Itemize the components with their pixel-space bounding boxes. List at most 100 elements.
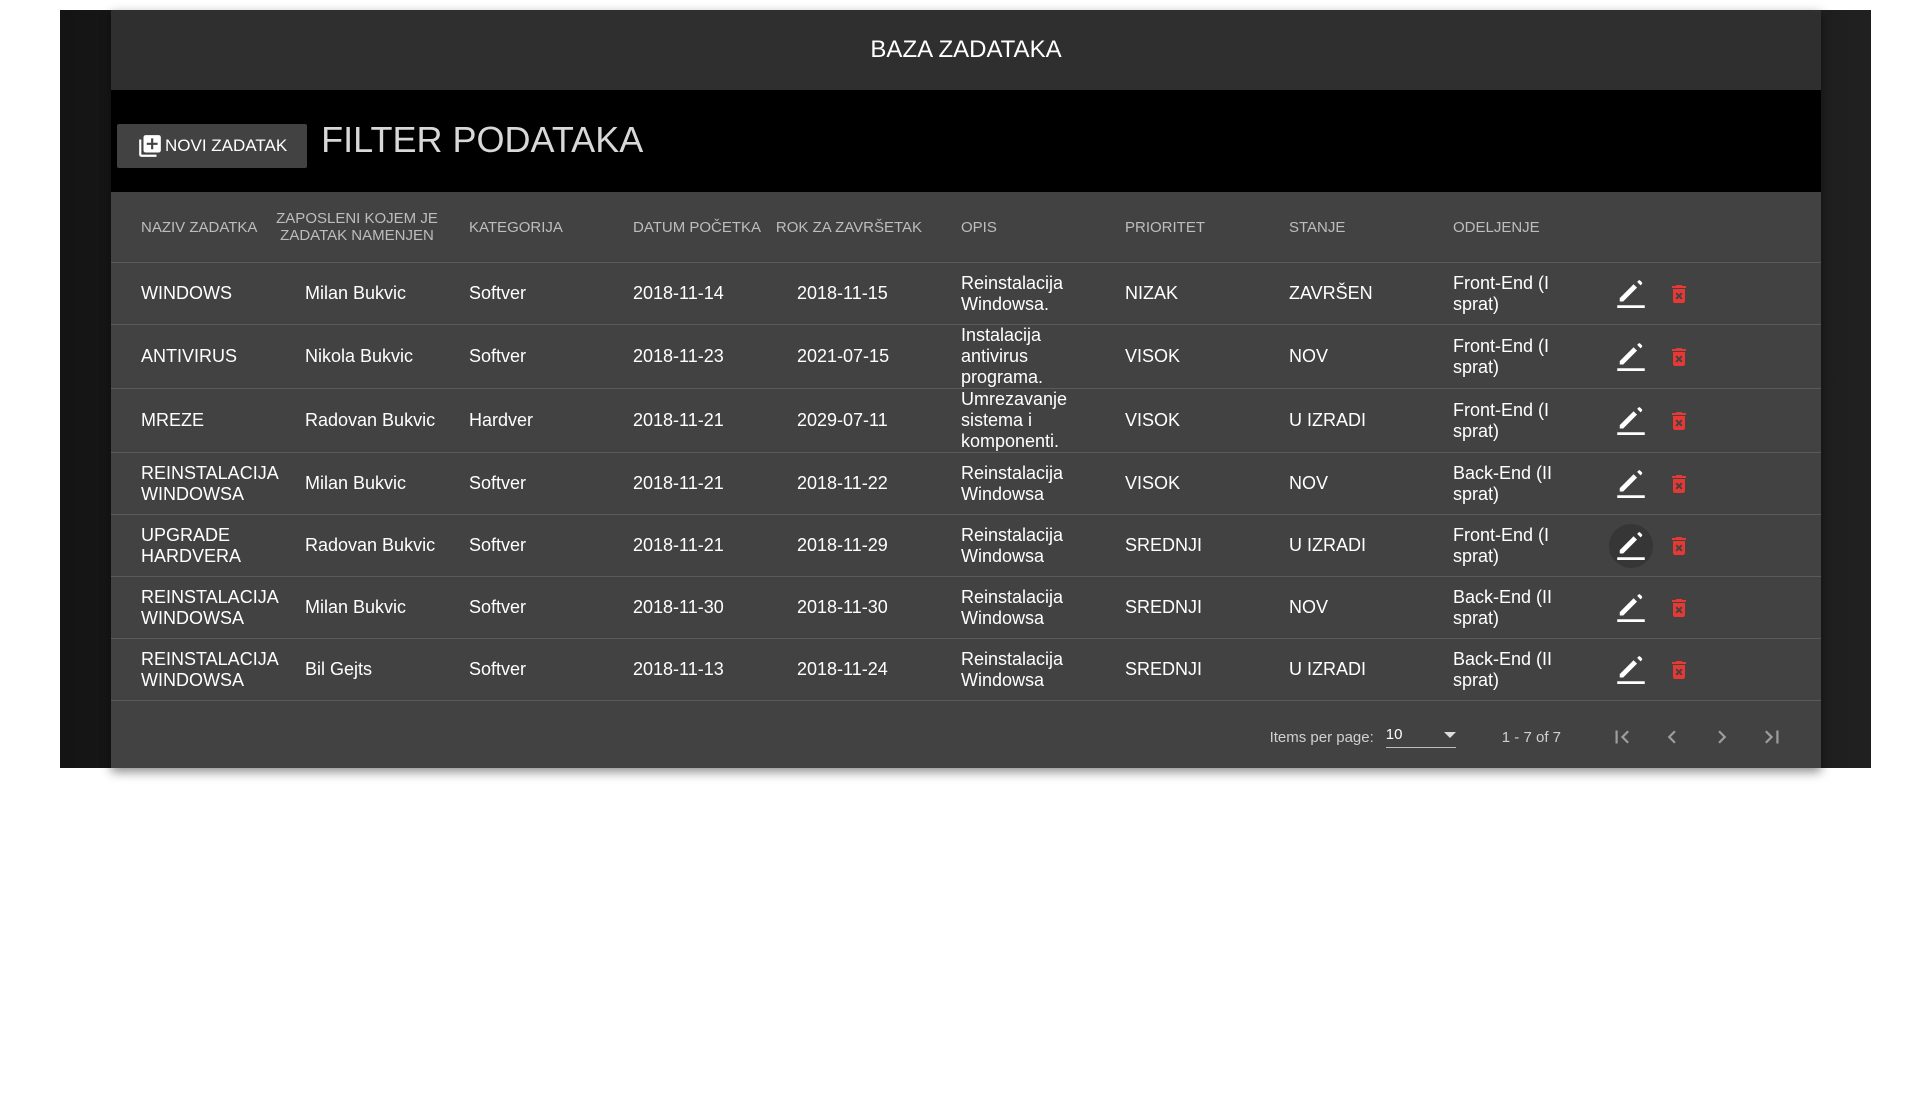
edit-button[interactable] — [1609, 272, 1653, 316]
row-actions — [1599, 638, 1821, 701]
delete-button[interactable] — [1659, 648, 1699, 692]
employee-cell: Nikola Bukvic — [275, 324, 439, 389]
tasks-table: NAZIV ZADATKA ZAPOSLENI KOJEM JE ZADATAK… — [111, 192, 1821, 701]
trash-icon — [1672, 411, 1686, 430]
deadline-cell: 2018-11-24 — [767, 638, 931, 701]
deadline-cell: 2029-07-11 — [767, 388, 931, 453]
employee-cell: Milan Bukvic — [275, 576, 439, 639]
pencil-icon — [1617, 593, 1645, 622]
trash-icon — [1672, 284, 1686, 303]
start-date-cell: 2018-11-21 — [603, 388, 767, 453]
column-header[interactable]: ROK ZA ZAVRŠETAK — [767, 192, 931, 263]
delete-button[interactable] — [1659, 335, 1699, 379]
previous-page-icon — [1667, 730, 1676, 744]
column-header[interactable]: KATEGORIJA — [439, 192, 603, 263]
table-row: REINSTALACIJA WINDOWSA Milan Bukvic Softve… — [111, 576, 1821, 639]
edit-button[interactable] — [1609, 335, 1653, 379]
new-task-button[interactable]: NOVI ZADATAK — [117, 124, 308, 168]
task-name-cell: MREZE — [111, 388, 275, 453]
status-cell: ZAVRŠEN — [1259, 262, 1423, 325]
deadline-cell: 2018-11-15 — [767, 262, 931, 325]
row-actions — [1599, 452, 1821, 515]
page-range-label: 1 - 7 of 7 — [1501, 728, 1561, 746]
edit-button[interactable] — [1609, 523, 1653, 568]
table-header-row: NAZIV ZADATKA ZAPOSLENI KOJEM JE ZADATAK… — [111, 192, 1821, 263]
column-header[interactable]: OPIS — [931, 192, 1095, 263]
status-cell: U IZRADI — [1259, 514, 1423, 577]
items-per-page-select[interactable]: 10 — [1385, 726, 1456, 748]
delete-button[interactable] — [1659, 462, 1699, 506]
table-row: ANTIVIRUS Nikola Bukvic Softver 2018-11-23 2… — [111, 324, 1821, 389]
priority-cell: SREDNJI — [1095, 638, 1259, 701]
status-cell: NOV — [1259, 576, 1423, 639]
delete-button[interactable] — [1659, 399, 1699, 443]
category-cell: Softver — [439, 638, 603, 701]
previous-page-button[interactable] — [1647, 717, 1697, 757]
app-header: BAZA ZADATAKA — [111, 10, 1821, 90]
pencil-icon — [1617, 655, 1645, 684]
new-task-label: NOVI ZADATAK — [165, 136, 288, 155]
task-name-cell: UPGRADE HARDVERA — [111, 514, 275, 577]
trash-icon — [1672, 474, 1686, 493]
edit-button[interactable] — [1609, 399, 1653, 443]
department-cell: Front-End (I sprat) — [1423, 388, 1599, 453]
start-date-cell: 2018-11-21 — [603, 514, 767, 577]
column-header[interactable]: ODELJENJE — [1423, 192, 1599, 263]
edit-button[interactable] — [1609, 648, 1653, 692]
edit-button[interactable] — [1609, 586, 1653, 630]
row-actions-wrap — [1609, 335, 1821, 379]
edit-button[interactable] — [1609, 462, 1653, 506]
description-cell: Reinstalacija Windowsa. — [931, 262, 1095, 325]
department-cell: Back-End (II sprat) — [1423, 452, 1599, 515]
app-title: BAZA ZADATAKA — [870, 36, 1062, 63]
last-page-button[interactable] — [1747, 717, 1797, 757]
trash-icon — [1672, 660, 1686, 679]
delete-button[interactable] — [1659, 524, 1699, 568]
row-actions-wrap — [1609, 272, 1821, 316]
column-header[interactable]: ZAPOSLENI KOJEM JE ZADATAK NAMENJEN — [275, 192, 439, 263]
row-actions — [1599, 576, 1821, 639]
row-actions-wrap — [1609, 586, 1821, 630]
employee-cell: Bil Gejts — [275, 638, 439, 701]
priority-cell: NIZAK — [1095, 262, 1259, 325]
start-date-cell: 2018-11-30 — [603, 576, 767, 639]
next-page-button[interactable] — [1697, 717, 1747, 757]
priority-cell: VISOK — [1095, 324, 1259, 389]
items-per-page-value: 10 — [1385, 726, 1403, 743]
items-per-page-label: Items per page: — [1269, 728, 1374, 746]
column-header[interactable]: DATUM POČETKA — [603, 192, 767, 263]
first-page-button[interactable] — [1597, 717, 1647, 757]
employee-cell: Radovan Bukvic — [275, 514, 439, 577]
description-cell: Reinstalacija Windowsa — [931, 638, 1095, 701]
priority-cell: VISOK — [1095, 452, 1259, 515]
row-actions — [1599, 324, 1821, 389]
dropdown-arrow-icon — [1443, 731, 1456, 738]
delete-button[interactable] — [1659, 272, 1699, 316]
status-cell: U IZRADI — [1259, 388, 1423, 453]
task-name-cell: REINSTALACIJA WINDOWSA — [111, 576, 279, 639]
employee-cell: Milan Bukvic — [275, 262, 439, 325]
column-header[interactable]: NAZIV ZADATKA — [111, 192, 275, 263]
add-box-icon — [139, 135, 161, 157]
column-header[interactable]: STANJE — [1259, 192, 1423, 263]
task-name-cell: WINDOWS — [111, 262, 275, 325]
row-actions-wrap — [1609, 523, 1821, 568]
pencil-icon — [1617, 531, 1645, 560]
trash-icon — [1672, 347, 1686, 366]
column-header[interactable]: PRIORITET — [1095, 192, 1259, 263]
description-cell: Umrezavanje sistema i komponenti. — [931, 388, 1095, 453]
category-cell: Hardver — [439, 388, 603, 453]
status-cell: NOV — [1259, 324, 1423, 389]
table-row: UPGRADE HARDVERA Radovan Bukvic Softver 201… — [111, 514, 1821, 577]
trash-icon — [1672, 598, 1686, 617]
priority-cell: VISOK — [1095, 388, 1259, 453]
table-row: WINDOWS Milan Bukvic Softver 2018-11-14 2018… — [111, 262, 1821, 325]
table-row: REINSTALACIJA WINDOWSA Milan Bukvic Softve… — [111, 452, 1821, 515]
paginator: Items per page: 10 1 - 7 of 7 — [111, 701, 1821, 773]
pencil-icon — [1617, 279, 1645, 308]
delete-button[interactable] — [1659, 586, 1699, 630]
tasks-card: BAZA ZADATAKA NOVI ZADATAK FILTER PODATA… — [111, 10, 1821, 768]
task-name-cell: REINSTALACIJA WINDOWSA — [111, 452, 279, 515]
row-actions — [1599, 262, 1821, 325]
category-cell: Softver — [439, 452, 603, 515]
